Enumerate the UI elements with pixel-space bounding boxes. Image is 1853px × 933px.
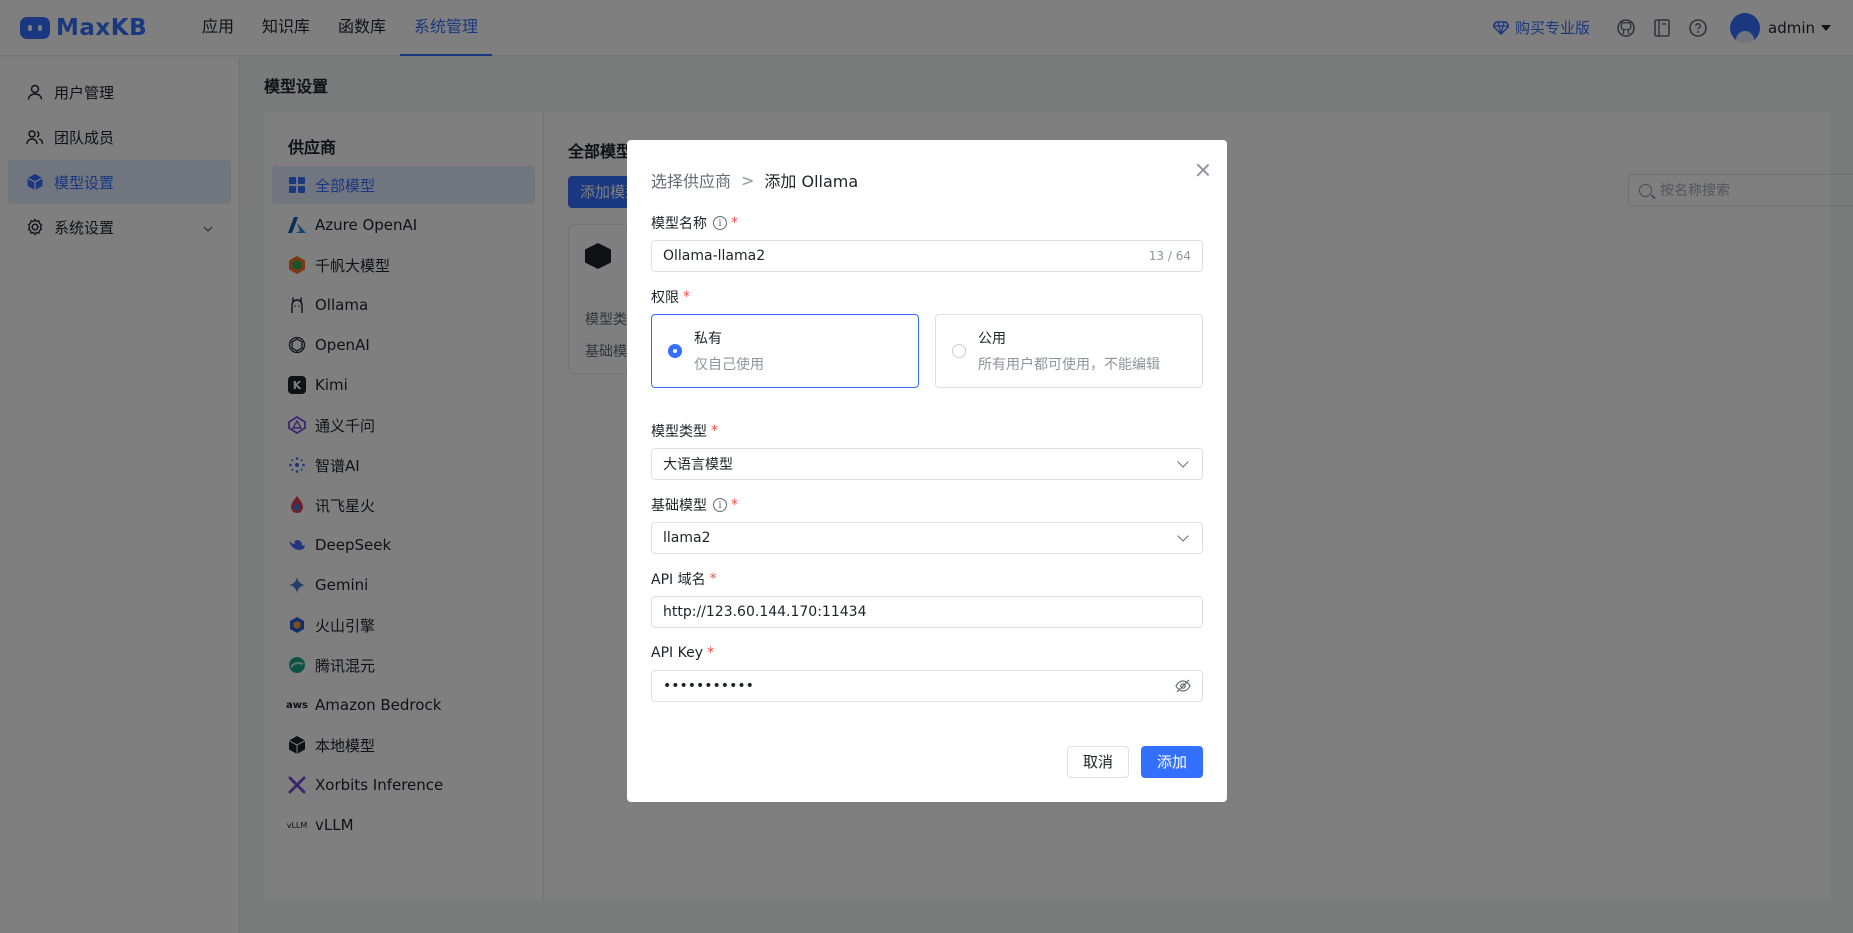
eye-hidden-icon[interactable]: [1175, 678, 1191, 694]
public-text: 公用 所有用户都可使用，不能编辑: [978, 328, 1160, 374]
base-model-group: 基础模型 i * llama2: [651, 494, 1203, 554]
base-model-value: llama2: [663, 530, 711, 546]
add-button[interactable]: 添加: [1140, 746, 1203, 778]
permission-private-option[interactable]: 私有 仅自己使用: [651, 314, 919, 388]
close-icon[interactable]: [1195, 162, 1211, 178]
api-key-input[interactable]: •••••••••••: [651, 670, 1203, 702]
dialog-footer: 取消 添加: [1066, 746, 1203, 778]
breadcrumb-separator: >: [741, 170, 755, 190]
required-mark: *: [731, 215, 738, 231]
model-name-value: Ollama-llama2: [663, 248, 766, 264]
required-mark: *: [709, 571, 717, 587]
model-type-label: 模型类型: [651, 424, 707, 440]
model-type-value: 大语言模型: [663, 457, 733, 473]
api-key-group: API Key * •••••••••••: [651, 642, 1203, 702]
radio-checked-icon[interactable]: [668, 344, 682, 358]
api-domain-group: API 域名 * http://123.60.144.170:11434: [651, 568, 1203, 628]
api-domain-label-row: API 域名 *: [651, 568, 1203, 590]
api-domain-label: API 域名: [651, 572, 706, 588]
model-type-group: 模型类型 * 大语言模型: [651, 420, 1203, 480]
char-counter: 13 / 64: [1148, 249, 1191, 263]
required-mark: *: [731, 497, 738, 513]
base-model-select[interactable]: llama2: [651, 522, 1203, 554]
base-model-label: 基础模型: [651, 498, 707, 514]
model-name-group: 模型名称 i * Ollama-llama2 13 / 64: [651, 212, 1203, 272]
private-text: 私有 仅自己使用: [694, 328, 764, 374]
api-key-value: •••••••••••: [663, 678, 754, 694]
private-title: 私有: [694, 331, 722, 347]
breadcrumb-current: 添加 Ollama: [764, 172, 859, 191]
breadcrumb-select-provider[interactable]: 选择供应商: [651, 168, 731, 192]
dialog-breadcrumb: 选择供应商 > 添加 Ollama: [651, 140, 1203, 212]
permission-radios: 私有 仅自己使用 公用 所有用户都可使用，不能编辑: [651, 314, 1203, 388]
api-domain-input[interactable]: http://123.60.144.170:11434: [651, 596, 1203, 628]
model-type-select[interactable]: 大语言模型: [651, 448, 1203, 480]
permission-group: 权限 * 私有 仅自己使用 公用 所有用户都可使用，不能编辑: [651, 286, 1203, 388]
required-mark: *: [706, 645, 714, 661]
model-name-label-row: 模型名称 i *: [651, 212, 1203, 234]
api-key-label-row: API Key *: [651, 642, 1203, 664]
base-model-label-row: 基础模型 i *: [651, 494, 1203, 516]
cancel-button[interactable]: 取消: [1066, 746, 1129, 778]
permission-label: 权限: [651, 290, 679, 306]
info-icon[interactable]: i: [713, 216, 727, 230]
permission-public-option[interactable]: 公用 所有用户都可使用，不能编辑: [935, 314, 1203, 388]
radio-unchecked-icon[interactable]: [952, 344, 966, 358]
required-mark: *: [711, 423, 718, 439]
info-icon[interactable]: i: [713, 498, 727, 512]
required-mark: *: [683, 289, 690, 305]
chevron-down-icon: [1177, 456, 1189, 468]
public-desc: 所有用户都可使用，不能编辑: [978, 357, 1160, 373]
api-key-label: API Key: [651, 645, 703, 661]
model-name-label: 模型名称: [651, 216, 707, 232]
model-name-input[interactable]: Ollama-llama2 13 / 64: [651, 240, 1203, 272]
public-title: 公用: [978, 331, 1006, 347]
permission-label-row: 权限 *: [651, 286, 1203, 308]
api-domain-value: http://123.60.144.170:11434: [663, 604, 867, 620]
add-model-dialog: 选择供应商 > 添加 Ollama 模型名称 i * Ollama-llama2…: [627, 140, 1227, 802]
model-type-label-row: 模型类型 *: [651, 420, 1203, 442]
private-desc: 仅自己使用: [694, 357, 764, 373]
chevron-down-icon: [1177, 530, 1189, 542]
